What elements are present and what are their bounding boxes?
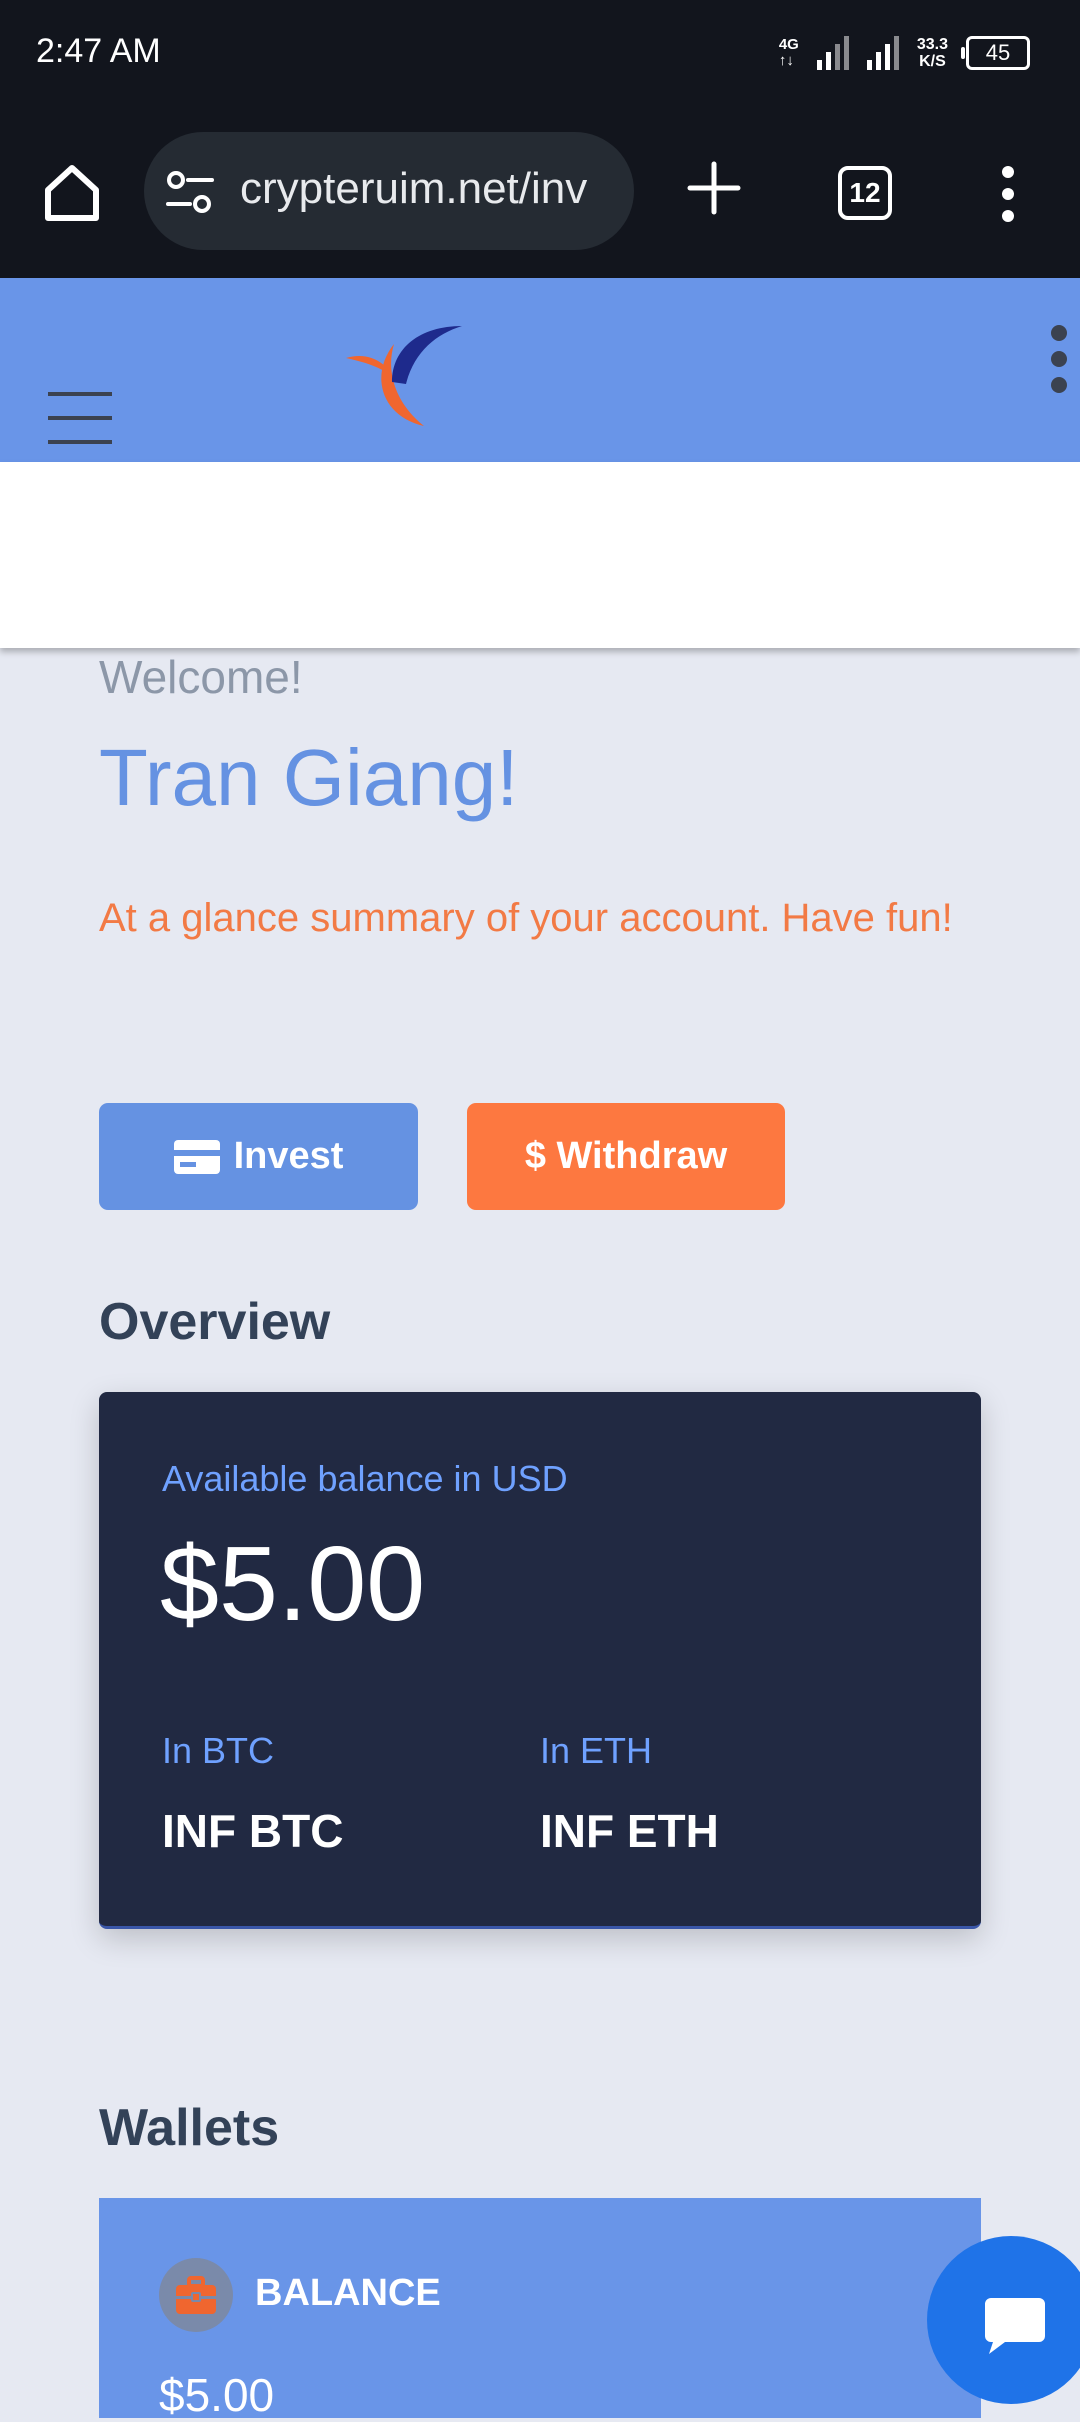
browser-toolbar: crypteruim.net/inv 12 bbox=[0, 108, 1080, 281]
credit-card-icon bbox=[173, 1139, 220, 1174]
speed-unit: K/S bbox=[919, 53, 946, 70]
signal-icon bbox=[816, 36, 849, 70]
status-icons: 4G ↑↓ 33.3 K/S 45 bbox=[779, 36, 1030, 70]
battery-level: 45 bbox=[985, 40, 1011, 65]
wallet-card[interactable]: BALANCE $5.00 bbox=[99, 2198, 981, 2421]
invest-button[interactable]: Invest bbox=[99, 1103, 418, 1210]
wallets-heading: Wallets bbox=[99, 2099, 280, 2157]
tab-count: 12 bbox=[849, 177, 881, 208]
site-logo[interactable] bbox=[340, 304, 468, 432]
wallet-value: $5.00 bbox=[159, 2369, 275, 2421]
withdraw-label: $ Withdraw bbox=[524, 1135, 728, 1177]
signal-icon-2 bbox=[866, 36, 899, 70]
eth-value: INF ETH bbox=[540, 1805, 719, 1857]
btc-label: In BTC bbox=[162, 1730, 275, 1771]
balance-label: Available balance in USD bbox=[162, 1458, 568, 1499]
summary-text: At a glance summary of your account. Hav… bbox=[99, 896, 953, 940]
overview-heading: Overview bbox=[99, 1293, 331, 1351]
balance-value: $5.00 bbox=[160, 1525, 426, 1643]
data-arrows: ↑↓ bbox=[778, 52, 794, 69]
tune-icon[interactable] bbox=[166, 170, 214, 214]
more-vertical-icon[interactable] bbox=[998, 166, 1018, 222]
site-menu-dots-icon[interactable] bbox=[1048, 324, 1070, 394]
url-text[interactable]: crypteruim.net/inv bbox=[240, 164, 620, 220]
user-name: Tran Giang! bbox=[99, 733, 519, 822]
eth-label: In ETH bbox=[540, 1730, 653, 1771]
top-banner bbox=[0, 462, 1080, 648]
site-header bbox=[0, 278, 1080, 462]
btc-value: INF BTC bbox=[162, 1805, 344, 1857]
tab-switcher-button[interactable]: 12 bbox=[838, 166, 892, 220]
wallet-label: BALANCE bbox=[255, 2272, 441, 2314]
status-time: 2:47 AM bbox=[36, 32, 161, 70]
speed-value: 33.3 bbox=[916, 36, 948, 53]
status-bar: 2:47 AM 4G ↑↓ 33.3 K/S 45 bbox=[0, 0, 1080, 108]
network-indicator: 4G ↑↓ bbox=[779, 37, 799, 69]
hamburger-menu-icon[interactable] bbox=[48, 392, 112, 444]
invest-label: Invest bbox=[233, 1135, 344, 1177]
briefcase-icon bbox=[176, 2276, 216, 2314]
welcome-text: Welcome! bbox=[99, 651, 303, 703]
wallet-icon-badge bbox=[159, 2258, 233, 2332]
home-icon[interactable] bbox=[40, 160, 104, 224]
plus-icon[interactable] bbox=[686, 160, 742, 216]
network-speed: 33.3 K/S bbox=[917, 36, 948, 70]
address-bar[interactable]: crypteruim.net/inv bbox=[144, 132, 634, 250]
balance-card: Available balance in USD $5.00 In BTC IN… bbox=[99, 1392, 981, 1929]
chat-bubble-icon bbox=[985, 2298, 1045, 2354]
withdraw-button[interactable]: $ Withdraw bbox=[467, 1103, 785, 1210]
network-label: 4G bbox=[778, 36, 799, 53]
battery-icon: 45 bbox=[961, 36, 1030, 70]
